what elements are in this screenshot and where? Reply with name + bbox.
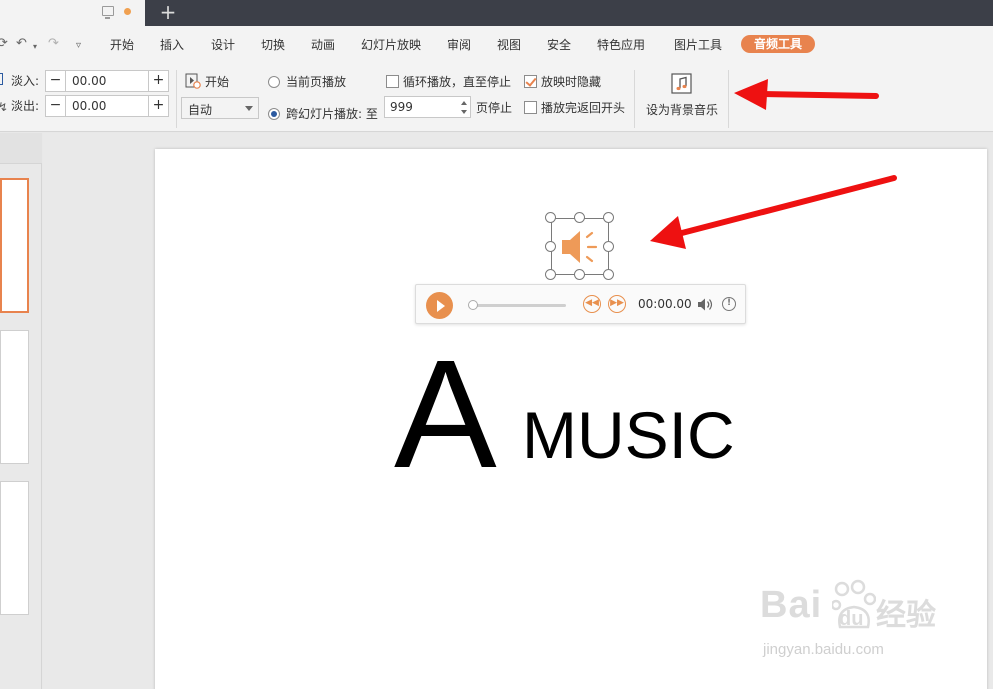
arrow-to-audio-icon xyxy=(650,175,897,249)
watermark-brand-cn: 经验 xyxy=(876,598,936,633)
baidu-jingyan-watermark: Bai du 经验 jingyan.baidu.com xyxy=(760,579,936,658)
arrow-to-bg-music-button xyxy=(734,79,879,110)
watermark-url: jingyan.baidu.com xyxy=(763,641,884,658)
wps-presentation-window: + ⟳ ↶ ▾ ↷ ▿ 开始 插入 设计 切换 动画 幻灯片放映 审阅 视图 安… xyxy=(0,0,993,689)
watermark-paw-text: du xyxy=(839,608,864,630)
watermark-logo-bai: Bai xyxy=(760,584,823,626)
